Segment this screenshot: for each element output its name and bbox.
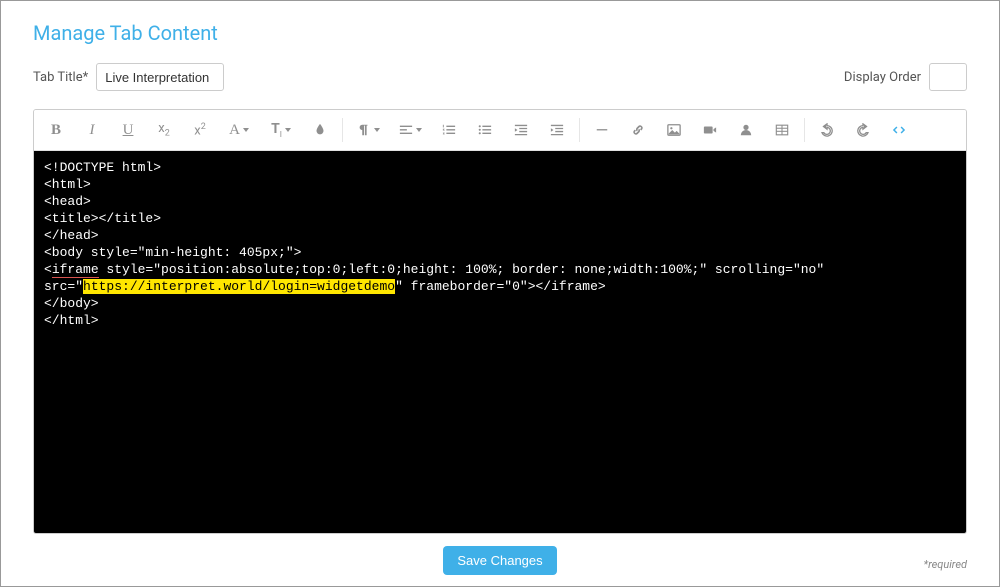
ordered-list-icon [442, 123, 456, 137]
undo-button[interactable] [809, 114, 845, 146]
code-icon [892, 123, 906, 137]
code-editor[interactable]: <!DOCTYPE html> <html> <head> <title></t… [34, 151, 966, 533]
video-icon [703, 123, 717, 137]
user-button[interactable] [728, 114, 764, 146]
tab-title-label: Tab Title* [33, 70, 88, 85]
superscript-button[interactable]: x2 [182, 114, 218, 146]
link-icon [631, 123, 645, 137]
chevron-down-icon [285, 128, 291, 132]
font-size-button[interactable]: TI [260, 114, 302, 146]
link-button[interactable] [620, 114, 656, 146]
tab-title-input[interactable] [96, 63, 224, 91]
toolbar-separator [804, 118, 805, 142]
editor-toolbar: B I U x2 x2 A TI [34, 110, 966, 151]
toolbar-separator [342, 118, 343, 142]
align-button[interactable] [389, 114, 431, 146]
font-family-button[interactable]: A [218, 114, 260, 146]
outdent-icon [514, 123, 528, 137]
tint-icon [313, 123, 327, 137]
form-row: Tab Title* Display Order [33, 63, 967, 91]
italic-button[interactable]: I [74, 114, 110, 146]
unordered-list-button[interactable] [467, 114, 503, 146]
color-button[interactable] [302, 114, 338, 146]
toolbar-separator [579, 118, 580, 142]
chevron-down-icon [374, 128, 380, 132]
indent-button[interactable] [539, 114, 575, 146]
redo-button[interactable] [845, 114, 881, 146]
display-order-label: Display Order [844, 70, 921, 85]
paragraph-icon [357, 123, 371, 137]
paragraph-format-button[interactable] [347, 114, 389, 146]
ordered-list-button[interactable] [431, 114, 467, 146]
image-button[interactable] [656, 114, 692, 146]
align-icon [399, 123, 413, 137]
page-title: Manage Tab Content [33, 21, 967, 45]
outdent-button[interactable] [503, 114, 539, 146]
code-view-button[interactable] [881, 114, 917, 146]
user-icon [739, 123, 753, 137]
underline-button[interactable]: U [110, 114, 146, 146]
redo-icon [856, 123, 870, 137]
table-icon [775, 123, 789, 137]
bold-button[interactable]: B [38, 114, 74, 146]
table-button[interactable] [764, 114, 800, 146]
minus-icon [595, 123, 609, 137]
chevron-down-icon [243, 128, 249, 132]
subscript-button[interactable]: x2 [146, 114, 182, 146]
undo-icon [820, 123, 834, 137]
unordered-list-icon [478, 123, 492, 137]
horizontal-rule-button[interactable] [584, 114, 620, 146]
required-note: *required [924, 558, 968, 571]
display-order-input[interactable] [929, 63, 967, 91]
video-button[interactable] [692, 114, 728, 146]
chevron-down-icon [416, 128, 422, 132]
indent-icon [550, 123, 564, 137]
editor: B I U x2 x2 A TI [33, 109, 967, 534]
image-icon [667, 123, 681, 137]
save-changes-button[interactable]: Save Changes [443, 546, 556, 575]
